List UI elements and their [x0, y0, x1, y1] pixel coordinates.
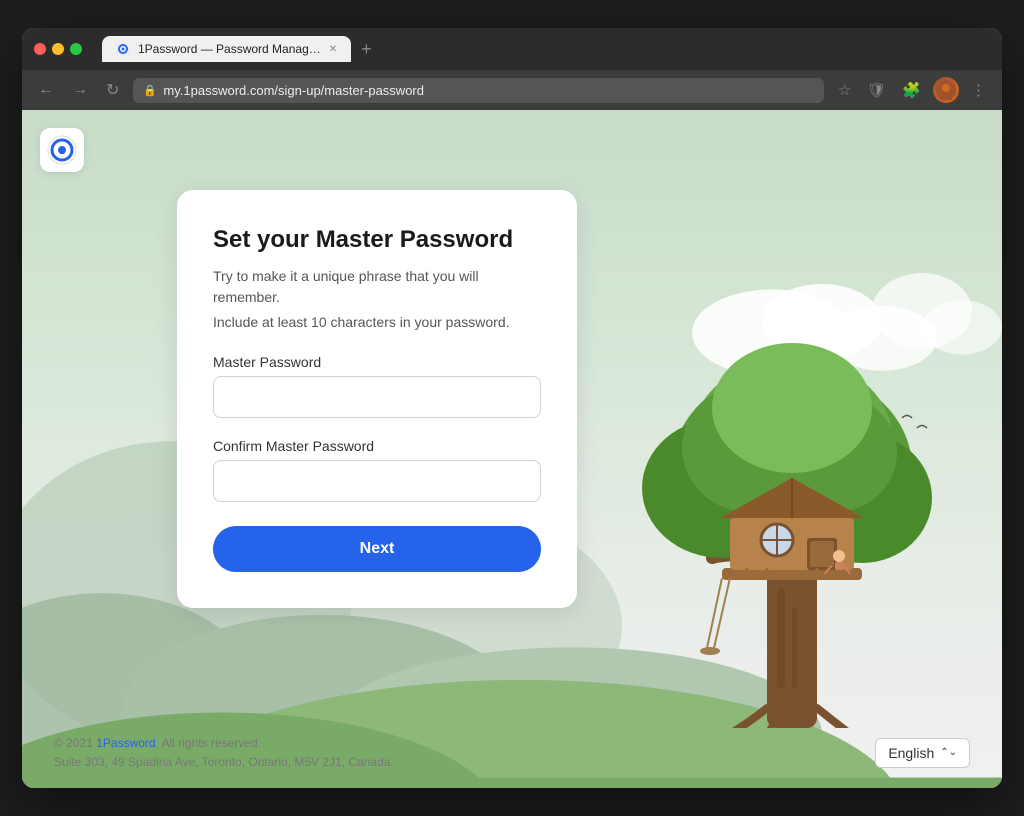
card-title: Set your Master Password [213, 226, 541, 254]
minimize-button[interactable] [52, 43, 64, 55]
traffic-lights [34, 43, 82, 55]
tab-close-icon[interactable]: ✕ [329, 44, 337, 55]
language-label: English [888, 745, 934, 761]
master-password-label: Master Password [213, 354, 541, 370]
bookmark-icon[interactable]: ☆ [834, 79, 855, 101]
master-password-input[interactable] [213, 376, 541, 418]
forward-button[interactable]: → [68, 79, 92, 101]
password-form-card: Set your Master Password Try to make it … [177, 190, 577, 608]
page-content: 1 Set your Master Password Try to make i… [22, 110, 1002, 788]
confirm-password-field-group: Confirm Master Password [213, 438, 541, 522]
card-hint: Include at least 10 characters in your p… [213, 314, 541, 330]
refresh-button[interactable]: ↻ [102, 78, 123, 102]
close-button[interactable] [34, 43, 46, 55]
rights-text: . All rights reserved. [156, 736, 261, 750]
confirm-password-input[interactable] [213, 460, 541, 502]
lock-icon: 🔒 [143, 84, 157, 97]
shield-icon[interactable]: 🛡 [863, 79, 890, 101]
back-button[interactable]: ← [34, 79, 58, 101]
address-input[interactable] [133, 78, 823, 103]
master-password-field-group: Master Password [213, 354, 541, 438]
footer-copyright: © 2021 1Password. All rights reserved. S… [54, 734, 394, 772]
next-button[interactable]: Next [213, 526, 541, 572]
page-footer: © 2021 1Password. All rights reserved. S… [22, 734, 1002, 772]
tab-bar: 1Password — Password Manag… ✕ + [102, 36, 378, 62]
menu-icon[interactable]: ⋮ [967, 79, 990, 101]
brand-link[interactable]: 1Password [96, 736, 155, 750]
tab-favicon [116, 42, 130, 56]
card-subtitle: Try to make it a unique phrase that you … [213, 266, 541, 308]
treehouse-scene [622, 288, 962, 728]
maximize-button[interactable] [70, 43, 82, 55]
tab-title: 1Password — Password Manag… [138, 42, 321, 56]
browser-window: 1Password — Password Manag… ✕ + ← → ↻ 🔒 … [22, 28, 1002, 788]
svg-text:1: 1 [59, 146, 64, 156]
toolbar-icons: ☆ 🛡 🧩 ⋮ [834, 77, 990, 103]
address-wrapper: 🔒 [133, 78, 823, 103]
active-tab[interactable]: 1Password — Password Manag… ✕ [102, 36, 351, 62]
chevron-icon: ⌃⌄ [940, 747, 957, 758]
extensions-icon[interactable]: 🧩 [898, 79, 925, 101]
new-tab-button[interactable]: + [355, 39, 378, 60]
logo[interactable]: 1 [40, 128, 84, 172]
address-bar: ← → ↻ 🔒 ☆ 🛡 🧩 ⋮ [22, 70, 1002, 110]
title-bar: 1Password — Password Manag… ✕ + [22, 28, 1002, 70]
address-text: Suite 303, 49 Spadina Ave, Toronto, Onta… [54, 755, 394, 769]
confirm-password-label: Confirm Master Password [213, 438, 541, 454]
copyright-text: © 2021 [54, 736, 96, 750]
language-selector[interactable]: English ⌃⌄ [875, 738, 970, 768]
avatar[interactable] [933, 77, 959, 103]
